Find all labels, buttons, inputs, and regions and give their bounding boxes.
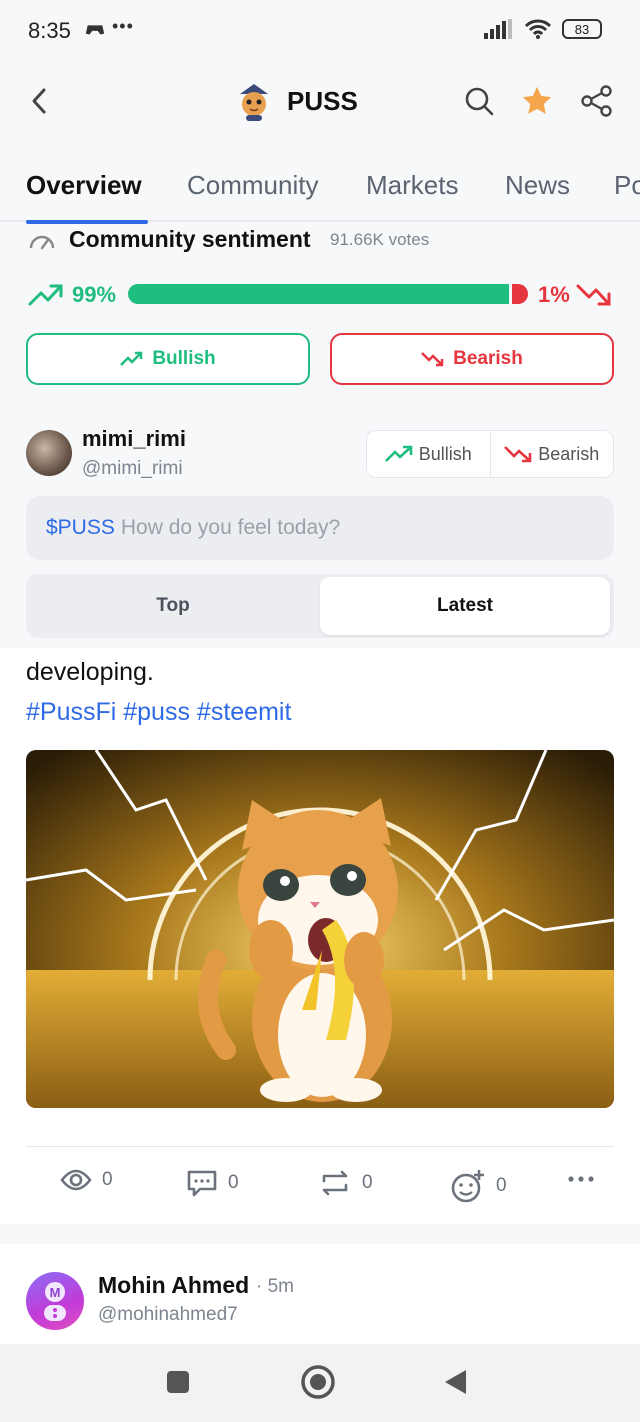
bullish-bar	[128, 284, 509, 304]
game-controller-icon	[84, 18, 106, 45]
search-icon[interactable]	[464, 86, 494, 121]
post-actions: 0 0 0 0	[26, 1168, 614, 1208]
trending-down-icon	[576, 282, 612, 313]
status-time: 8:35	[28, 18, 71, 43]
add-reaction-icon	[451, 1170, 484, 1203]
cat-banana-image	[26, 750, 614, 1108]
back-nav-icon[interactable]	[442, 1368, 470, 1401]
sentiment-votes: 91.66K votes	[330, 230, 430, 249]
comment-action[interactable]: 0	[186, 1168, 239, 1198]
active-tab-indicator	[26, 220, 148, 224]
views-count: 0	[102, 1169, 113, 1190]
next-post-card	[0, 1244, 640, 1344]
home-icon[interactable]	[300, 1364, 336, 1405]
trending-down-icon	[421, 352, 444, 367]
more-options-icon[interactable]	[566, 1174, 596, 1184]
status-icons: 83	[484, 18, 602, 40]
author-handle: @mohinahmed7	[98, 1304, 238, 1325]
post-composer-input[interactable]: $PUSS How do you feel today?	[26, 496, 614, 560]
user-handle: @mimi_rimi	[82, 458, 183, 479]
battery-indicator: 83	[562, 19, 602, 39]
repost-icon	[322, 1170, 348, 1196]
composer-placeholder: How do you feel today?	[120, 516, 341, 539]
star-icon[interactable]	[520, 84, 554, 123]
react-action[interactable]: 0	[450, 1168, 507, 1204]
react-count: 0	[496, 1175, 507, 1196]
signal-icon	[484, 19, 512, 39]
trending-up-icon	[120, 351, 143, 366]
tab-news[interactable]: News	[505, 170, 570, 201]
post-time: · 5m	[256, 1276, 294, 1297]
tab-community[interactable]: Community	[187, 170, 318, 201]
vote-bearish-toggle[interactable]: Bearish	[491, 431, 614, 477]
post-text: developing.	[26, 658, 154, 686]
bearish-button-label: Bearish	[453, 348, 523, 369]
vote-toggle-group: Bullish Bearish	[366, 430, 614, 478]
feed-tab-top[interactable]: Top	[28, 576, 318, 636]
share-icon[interactable]	[580, 84, 614, 123]
svg-text:M: M	[50, 1285, 61, 1300]
post-hashtags[interactable]: #PussFi #puss #steemit	[26, 698, 291, 727]
back-icon[interactable]	[28, 86, 52, 121]
app-screen: 8:35 ••• 83 PUSS Overview Community Mark…	[0, 0, 640, 1422]
wifi-icon	[524, 19, 552, 39]
trending-up-icon	[28, 282, 64, 313]
repost-action[interactable]: 0	[318, 1168, 373, 1198]
bullish-button-label: Bullish	[152, 348, 216, 369]
tab-markets[interactable]: Markets	[366, 170, 458, 201]
section-tabs: Overview Community Markets News Po	[0, 160, 640, 222]
page-title: PUSS	[287, 86, 358, 116]
notification-dots: •••	[112, 16, 134, 36]
bullish-button[interactable]: Bullish	[26, 333, 310, 385]
vote-bullish-label: Bullish	[418, 443, 472, 464]
gauge-icon	[28, 230, 56, 255]
repost-count: 0	[362, 1172, 373, 1193]
author-name[interactable]: Mohin Ahmed	[98, 1272, 249, 1299]
tab-portfolio[interactable]: Po	[614, 170, 640, 201]
trending-up-icon	[384, 445, 413, 462]
comment-count: 0	[228, 1172, 239, 1193]
bullish-percent: 99%	[72, 282, 117, 307]
author-avatar[interactable]: M	[26, 1272, 84, 1330]
bearish-bar	[512, 284, 528, 304]
feed-tab-latest[interactable]: Latest	[320, 577, 610, 635]
trending-down-icon	[504, 446, 532, 463]
post-image[interactable]	[26, 750, 614, 1108]
bearish-button[interactable]: Bearish	[330, 333, 614, 385]
user-avatar[interactable]	[26, 430, 72, 476]
tab-overview[interactable]: Overview	[26, 170, 142, 201]
comment-icon	[187, 1170, 217, 1197]
sentiment-title: Community sentiment	[69, 226, 311, 252]
puss-coin-logo	[234, 82, 274, 122]
recents-icon[interactable]	[166, 1370, 190, 1399]
post-divider	[26, 1146, 614, 1147]
vote-bullish-toggle[interactable]: Bullish	[367, 431, 491, 477]
eye-icon	[60, 1169, 92, 1191]
views-action[interactable]: 0	[60, 1168, 113, 1192]
vote-bearish-label: Bearish	[538, 443, 600, 464]
ticker-tag: $PUSS	[46, 516, 115, 539]
bearish-percent: 1%	[538, 282, 570, 307]
user-name: mimi_rimi	[82, 426, 186, 451]
